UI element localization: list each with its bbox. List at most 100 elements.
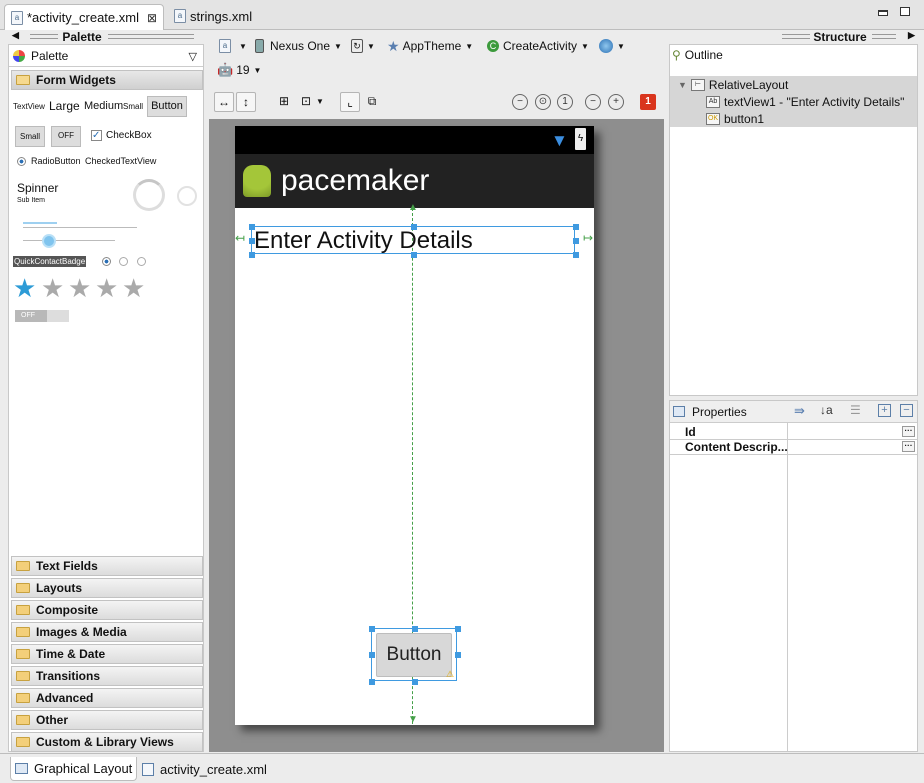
category-transitions[interactable]: Transitions (11, 666, 203, 686)
checkbox-icon[interactable]: ✓ (91, 130, 102, 141)
expand-arrow-icon[interactable]: ▼ (678, 80, 687, 90)
property-row-id[interactable]: Id ··· (670, 425, 917, 440)
orientation-chooser[interactable]: ↻ ▼ (351, 36, 375, 56)
widget-checkedtextview[interactable]: CheckedTextView (85, 156, 156, 166)
star-icon[interactable]: ★ (95, 273, 118, 303)
more-icon[interactable]: ··· (902, 441, 915, 452)
widget-textview[interactable]: TextView (13, 102, 45, 111)
show-advanced-icon[interactable]: ⇛ (794, 403, 805, 419)
progressbar-horizontal[interactable] (23, 222, 57, 224)
tab-xml-source[interactable]: activity_create.xml (138, 757, 271, 781)
tab-strings-xml[interactable]: a strings.xml (168, 4, 258, 28)
more-icon[interactable]: ··· (902, 426, 915, 437)
error-count-badge[interactable]: 1 (640, 94, 656, 110)
zoom-fit-icon[interactable]: ⊙ (535, 94, 551, 110)
preview-button[interactable]: Button (376, 633, 452, 677)
collapse-right-icon[interactable]: ▶ (908, 30, 915, 44)
radio-icon[interactable] (102, 257, 111, 266)
progress-small-icon[interactable] (177, 186, 197, 206)
category-advanced[interactable]: Advanced (11, 688, 203, 708)
expand-all-icon[interactable]: + (878, 404, 891, 417)
widget-medium-text[interactable]: Medium (84, 100, 123, 112)
zoom-actual-icon[interactable]: 1 (557, 94, 573, 110)
widget-radiobutton[interactable]: RadioButton (31, 156, 81, 166)
show-margins-icon[interactable]: ⌞ (340, 92, 360, 112)
sort-alpha-icon[interactable]: ↓a (820, 403, 833, 417)
chevron-down-icon[interactable]: ▼ (316, 97, 324, 106)
widget-spinner[interactable]: Spinner (17, 181, 58, 195)
selected-button[interactable]: Button ⚠ (369, 626, 461, 685)
tree-node-relativelayout[interactable]: ▼ ⊢ RelativeLayout (670, 76, 917, 93)
resize-handle[interactable] (573, 252, 579, 258)
widget-toggle-button[interactable]: OFF (51, 126, 81, 147)
drag-grip[interactable] (108, 34, 194, 39)
radio-icon[interactable] (137, 257, 146, 266)
seekbar-thumb[interactable] (42, 234, 56, 248)
resize-handle[interactable] (249, 252, 255, 258)
minimize-icon[interactable] (878, 10, 888, 16)
widget-large-text[interactable]: Large (49, 99, 80, 113)
api-level-chooser[interactable]: 🤖 19 ▼ (217, 60, 261, 80)
zoom-in-icon[interactable]: + (608, 94, 624, 110)
category-time-date[interactable]: Time & Date (11, 644, 203, 664)
category-layouts[interactable]: Layouts (11, 578, 203, 598)
star-icon[interactable]: ★ (68, 273, 91, 303)
category-images-media[interactable]: Images & Media (11, 622, 203, 642)
resize-handle[interactable] (573, 238, 579, 244)
resize-handle[interactable] (411, 224, 417, 230)
activity-chooser[interactable]: C CreateActivity ▼ (487, 36, 589, 56)
resize-handle[interactable] (412, 626, 418, 632)
locale-chooser[interactable]: ▼ (599, 36, 625, 56)
zoom-out-icon[interactable]: − (585, 94, 601, 110)
close-icon[interactable]: ⊠ (147, 11, 157, 25)
theme-chooser[interactable]: ★ AppTheme ▼ (387, 36, 473, 56)
resize-handle[interactable] (369, 652, 375, 658)
toggle-fill-width-icon[interactable]: ↔ (214, 92, 234, 112)
resize-handle[interactable] (455, 652, 461, 658)
widget-checkbox[interactable]: CheckBox (106, 130, 152, 141)
radio-icon[interactable] (119, 257, 128, 266)
filter-icon[interactable]: ☰ (850, 403, 861, 417)
resize-handle[interactable] (455, 626, 461, 632)
category-custom-library-views[interactable]: Custom & Library Views (11, 732, 203, 752)
resize-handle[interactable] (369, 626, 375, 632)
distribute-icon[interactable]: ⊞ (274, 92, 294, 112)
progress-large-icon[interactable] (133, 179, 165, 211)
collapse-left-icon[interactable]: ◀ (12, 30, 19, 44)
snap-icon[interactable]: ⧉ (362, 92, 382, 112)
device-chooser[interactable]: Nexus One ▼ (255, 36, 342, 56)
star-icon[interactable]: ★ (122, 273, 145, 303)
layout-canvas[interactable]: ▼ ϟ pacemaker ▲ ▼ ↤ ↦ Enter Activity Det… (209, 119, 664, 752)
zoom-out-icon[interactable]: − (512, 94, 528, 110)
widget-small-text[interactable]: Small (123, 102, 143, 111)
resize-handle[interactable] (369, 679, 375, 685)
star-icon[interactable]: ★ (41, 273, 64, 303)
resize-handle[interactable] (412, 679, 418, 685)
resize-handle[interactable] (249, 224, 255, 230)
config-chooser[interactable]: a ▼ (219, 36, 247, 56)
category-other[interactable]: Other (11, 710, 203, 730)
collapse-all-icon[interactable]: − (900, 404, 913, 417)
maximize-icon[interactable] (900, 7, 910, 16)
widget-quickcontactbadge[interactable]: QuickContactBadge (13, 256, 87, 267)
drag-grip[interactable] (30, 34, 58, 39)
widget-small-button[interactable]: Small (15, 126, 45, 147)
resize-handle[interactable] (249, 238, 255, 244)
resize-handle[interactable] (573, 224, 579, 230)
star-icon[interactable]: ★ (13, 273, 36, 303)
radio-icon[interactable] (17, 157, 26, 166)
toggle-fill-height-icon[interactable]: ↕ (236, 92, 256, 112)
tree-node-button1[interactable]: OK button1 (670, 110, 917, 127)
tree-node-textview1[interactable]: Ab textView1 - "Enter Activity Details" (670, 93, 917, 110)
resize-handle[interactable] (411, 252, 417, 258)
drag-grip[interactable] (872, 34, 896, 39)
category-composite[interactable]: Composite (11, 600, 203, 620)
palette-dropdown[interactable]: Palette ▽ (9, 45, 203, 67)
drag-grip[interactable] (782, 34, 810, 39)
widget-button[interactable]: Button (147, 96, 187, 117)
tab-activity-create-xml[interactable]: a *activity_create.xml ⊠ (4, 4, 165, 30)
selected-textview[interactable]: Enter Activity Details (249, 224, 579, 258)
resize-icon[interactable]: ⊡ (296, 92, 316, 112)
tab-graphical-layout[interactable]: Graphical Layout (10, 757, 138, 781)
category-form-widgets[interactable]: Form Widgets (11, 70, 203, 90)
